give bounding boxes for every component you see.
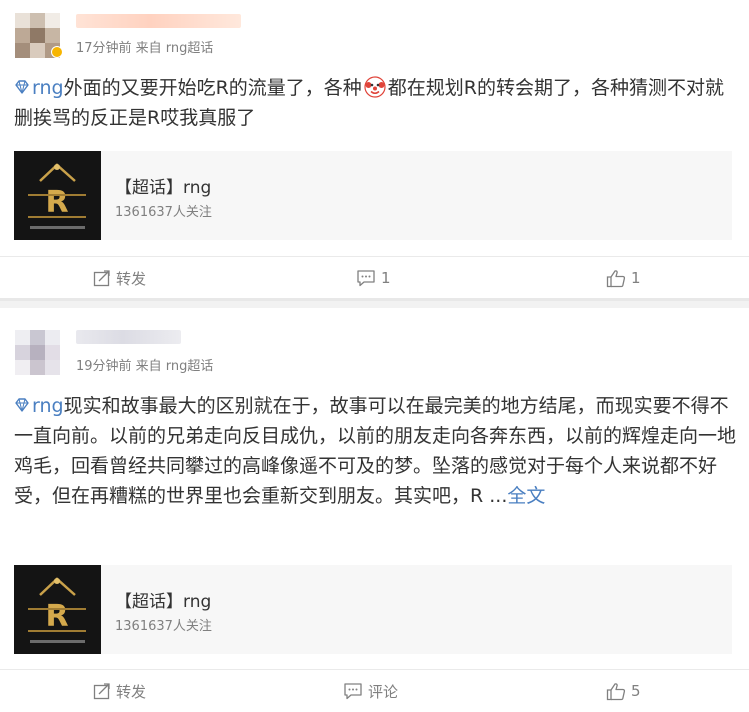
comment-count: 1 xyxy=(381,269,391,287)
repost-icon xyxy=(93,683,110,700)
expand-full-text-link[interactable]: 全文 xyxy=(507,485,545,507)
weibo-post: 17分钟前 来自 rng超话 rng外面的又要开始吃R的流量了，各种 都在规划R… xyxy=(0,0,749,298)
comment-icon xyxy=(344,683,362,700)
comment-icon xyxy=(357,270,375,287)
svg-text:R: R xyxy=(45,599,68,634)
card-title: 【超话】rng xyxy=(115,592,212,612)
repost-button[interactable]: 转发 xyxy=(93,670,146,712)
repost-label: 转发 xyxy=(116,682,147,701)
action-bar: 转发 评论 5 xyxy=(0,669,749,712)
supertopic-card[interactable]: R 【超话】rng 1361637人关注 xyxy=(14,565,732,654)
thumbs-up-icon xyxy=(606,269,626,287)
post-meta: 17分钟前 来自 rng超话 xyxy=(76,41,214,56)
post-text-part: 外面的又要开始吃R的流量了，各种 xyxy=(63,77,362,99)
like-button[interactable]: 5 xyxy=(606,670,641,712)
clown-face-icon xyxy=(364,76,386,98)
like-count: 1 xyxy=(631,269,641,287)
post-separator xyxy=(0,298,749,308)
comment-button[interactable]: 1 xyxy=(356,257,391,299)
rng-logo-icon: R xyxy=(14,151,101,240)
repost-icon xyxy=(93,270,110,287)
weibo-post: 19分钟前 来自 rng超话 rng现实和故事最大的区别就在于，故事可以在最完美… xyxy=(0,308,749,711)
topic-link[interactable]: rng xyxy=(32,77,64,99)
card-title: 【超话】rng xyxy=(115,178,212,198)
thumbs-up-icon xyxy=(606,682,626,700)
comment-label: 评论 xyxy=(368,682,399,701)
vip-badge-icon xyxy=(51,46,63,58)
like-button[interactable]: 1 xyxy=(606,257,641,299)
topic-link[interactable]: rng xyxy=(32,395,64,417)
username-redacted[interactable] xyxy=(76,14,241,28)
post-text-body: 现实和故事最大的区别就在于，故事可以在最完美的地方结尾，而现实要不得不一直向前。… xyxy=(14,395,737,507)
avatar[interactable] xyxy=(15,330,60,375)
repost-button[interactable]: 转发 xyxy=(93,257,146,299)
card-followers: 1361637人关注 xyxy=(115,619,212,634)
like-count: 5 xyxy=(631,682,641,700)
diamond-topic-icon xyxy=(15,80,29,94)
post-text: rng外面的又要开始吃R的流量了，各种 都在规划R的转会期了，各种猜测不对就删挨… xyxy=(14,73,736,133)
card-followers: 1361637人关注 xyxy=(115,205,212,220)
post-meta: 19分钟前 来自 rng超话 xyxy=(76,359,214,374)
supertopic-card[interactable]: R 【超话】rng 1361637人关注 xyxy=(14,151,732,240)
post-text: rng现实和故事最大的区别就在于，故事可以在最完美的地方结尾，而现实要不得不一直… xyxy=(14,391,736,511)
diamond-topic-icon xyxy=(15,398,29,412)
comment-button[interactable]: 评论 xyxy=(343,670,398,712)
rng-logo-icon: R xyxy=(14,565,101,654)
svg-text:R: R xyxy=(45,185,68,220)
repost-label: 转发 xyxy=(116,269,147,288)
action-bar: 转发 1 1 xyxy=(0,256,749,299)
username-redacted[interactable] xyxy=(76,330,181,344)
